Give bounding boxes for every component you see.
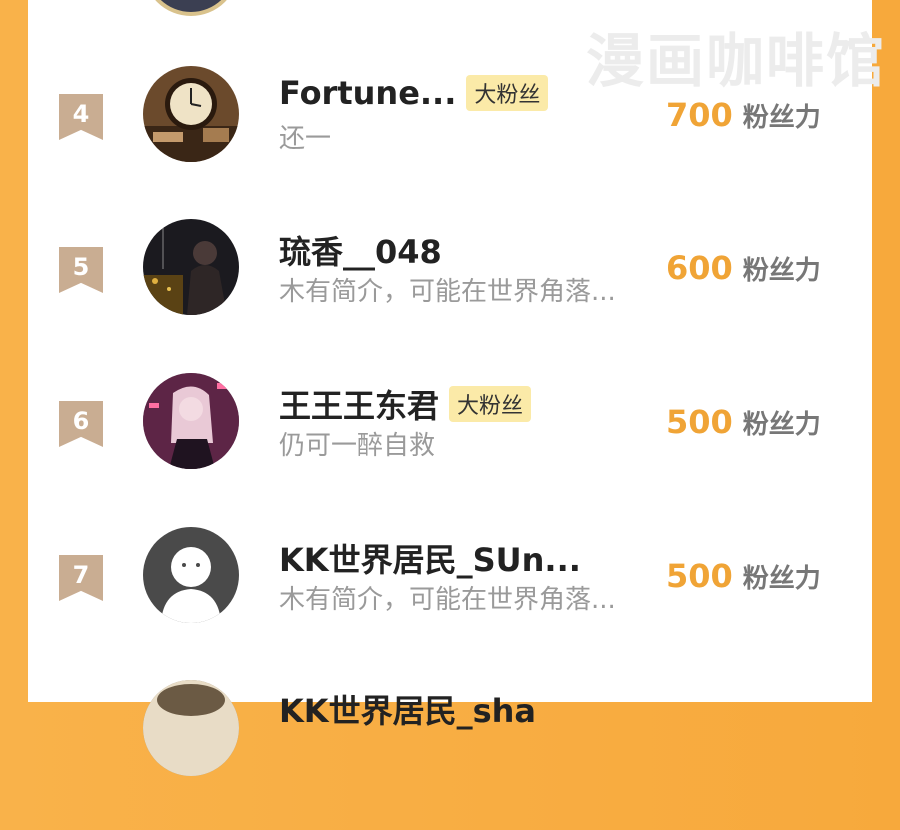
- list-item[interactable]: 6 王王王东君 大粉丝 仍可一醉自救 500 粉丝力: [28, 373, 872, 523]
- user-bio: 仍可一醉自救: [279, 431, 436, 461]
- user-bio: 还一: [279, 124, 332, 154]
- list-item[interactable]: 5 琉香__048 木有简介，可能在世界角落... 600 粉丝力: [28, 219, 872, 369]
- username[interactable]: Fortune...: [279, 74, 456, 112]
- username[interactable]: 琉香__048: [279, 227, 442, 273]
- bear-avatar[interactable]: [143, 680, 239, 776]
- username[interactable]: KK世界居民_sha: [279, 686, 536, 732]
- username[interactable]: KK世界居民_SUn...: [279, 535, 581, 581]
- username[interactable]: 王王王东君: [279, 381, 439, 427]
- list-item[interactable]: KK世界居民_sha: [28, 680, 872, 830]
- fan-badge: 大粉丝: [449, 386, 532, 422]
- list-item[interactable]: 4 Fortune... 大粉丝 还一 700 粉丝力: [28, 66, 872, 216]
- fan-power-score: 700 粉丝力: [666, 96, 821, 134]
- list-item[interactable]: 7 KK世界居民_SUn... 木有简介，可能在世界角落... 500 粉丝力: [28, 527, 872, 677]
- score-value: 700: [666, 96, 733, 134]
- score-value: 600: [666, 249, 733, 287]
- user-bio: 木有简介，可能在世界角落...: [279, 277, 616, 307]
- night-photo-avatar[interactable]: [143, 219, 239, 315]
- clock-photo-avatar[interactable]: [143, 66, 239, 162]
- user-bio: 木有简介，可能在世界角落...: [279, 585, 616, 615]
- rank-badge: 4: [59, 94, 103, 140]
- fan-power-score: 500 粉丝力: [666, 403, 821, 441]
- score-unit: 粉丝力: [742, 410, 821, 440]
- score-unit: 粉丝力: [742, 103, 821, 133]
- rank-badge: 5: [59, 247, 103, 293]
- anime-girl-avatar[interactable]: [143, 373, 239, 469]
- score-value: 500: [666, 557, 733, 595]
- default-ghost-avatar[interactable]: [143, 527, 239, 623]
- rank-badge: 7: [59, 555, 103, 601]
- score-unit: 粉丝力: [742, 564, 821, 594]
- fan-badge: 大粉丝: [466, 75, 549, 111]
- fan-power-score: 500 粉丝力: [666, 557, 821, 595]
- score-unit: 粉丝力: [742, 256, 821, 286]
- score-value: 500: [666, 403, 733, 441]
- rank-badge: 6: [59, 401, 103, 447]
- fan-power-score: 600 粉丝力: [666, 249, 821, 287]
